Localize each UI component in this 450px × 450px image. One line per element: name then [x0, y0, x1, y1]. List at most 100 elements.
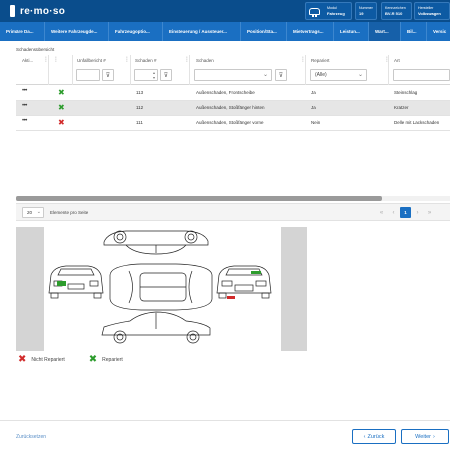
- tab-leistungen[interactable]: Leistun...: [334, 22, 369, 41]
- manufacturer-box: Hersteller Volkswagen: [414, 2, 450, 20]
- unfallbericht-filter-input[interactable]: [76, 69, 100, 81]
- not-repaired-x-icon: ✖: [58, 118, 65, 127]
- tab-wartung[interactable]: Wart...: [369, 22, 401, 41]
- table-row[interactable]: ••• ✖ 111 Außenschaden, Stoßfänger vorne…: [16, 116, 450, 131]
- row-actions-icon[interactable]: •••: [22, 103, 27, 109]
- col-header-art[interactable]: Art: [394, 58, 400, 63]
- next-page-button[interactable]: ›: [412, 207, 423, 218]
- car-top-view: [109, 263, 213, 311]
- col-separator: [305, 55, 306, 85]
- current-page-button[interactable]: 1: [400, 207, 411, 218]
- next-button[interactable]: Weiter ›: [401, 429, 449, 444]
- car-side-view-bottom: [101, 311, 211, 344]
- cell-art: Kratzer: [394, 105, 409, 110]
- cell-schaden-nr: 111: [136, 120, 143, 125]
- chevron-right-icon: ›: [432, 433, 435, 440]
- first-page-button[interactable]: «: [376, 207, 387, 218]
- chevron-down-icon: ⌄: [36, 209, 41, 215]
- page-size-select[interactable]: 20 ⌄: [22, 207, 44, 218]
- filter-icon[interactable]: ⊽: [160, 69, 172, 81]
- col-menu-icon[interactable]: ⋮: [53, 57, 59, 63]
- schaden-filter-select[interactable]: ⌄: [194, 69, 272, 81]
- table-row[interactable]: ••• ✖ 113 Außenschaden, Frontscheibe Ja …: [16, 86, 450, 101]
- car-front-view: [216, 265, 272, 299]
- vehicle-module-box[interactable]: Modul Fahrzeug: [305, 2, 352, 20]
- tab-bar: Primäre Da... Weitere Fahrzeugde... Fahr…: [0, 22, 450, 41]
- car-side-view-top: [103, 230, 209, 255]
- damage-marker-windshield[interactable]: [251, 271, 261, 274]
- prev-page-button[interactable]: ‹: [388, 207, 399, 218]
- app-logo[interactable]: re·mo·so: [10, 5, 65, 17]
- license-plate-value: BV-R 510: [385, 10, 403, 16]
- damage-marker-rear[interactable]: [57, 281, 66, 286]
- schaden-nr-filter-input[interactable]: ▴ ▾: [134, 69, 158, 81]
- repariert-filter-select[interactable]: (Alle) ⌄: [310, 69, 367, 81]
- filter-icon[interactable]: ⊽: [102, 69, 114, 81]
- vehicle-number-box: Nummer 19: [355, 2, 377, 20]
- manufacturer-value: Volkswagen: [418, 10, 441, 16]
- repariert-filter-value: (Alle): [315, 72, 327, 78]
- cell-schaden: Außenschaden, Stoßfänger hinten: [196, 105, 265, 110]
- col-separator: [388, 55, 389, 85]
- legend-label-repaired: Repariert: [102, 357, 123, 363]
- table-row[interactable]: ••• ✖ 112 Außenschaden, Stoßfänger hinte…: [16, 101, 450, 116]
- col-header-unfallbericht[interactable]: Unfallbericht #: [77, 58, 106, 63]
- section-title: Schadensübersicht: [16, 47, 55, 52]
- not-repaired-x-icon: ✖: [18, 354, 27, 365]
- spinner-icon[interactable]: ▴ ▾: [153, 70, 155, 80]
- legend-label-not-repaired: Nicht Repariert: [31, 357, 65, 363]
- number-value: 19: [359, 10, 364, 16]
- app-header: re·mo·so Modul Fahrzeug Nummer 19 Kennze…: [0, 0, 450, 22]
- repaired-x-icon: ✖: [88, 354, 98, 365]
- logo-text: re·mo·so: [20, 5, 66, 17]
- col-separator: [72, 55, 73, 85]
- car-icon: [309, 7, 320, 17]
- license-plate-box: Kennzeichen BV-R 510: [381, 2, 412, 20]
- scrollbar-thumb[interactable]: [16, 196, 382, 201]
- tab-weitere-fahrzeugdaten[interactable]: Weitere Fahrzeugde...: [45, 22, 109, 41]
- col-menu-icon[interactable]: ⋮: [384, 57, 390, 63]
- col-header-schaden-nr[interactable]: Schaden #: [135, 58, 157, 63]
- tab-einsteuerung[interactable]: Einsteuerung / Aussteuer...: [163, 22, 241, 41]
- car-outline-diagram: [48, 230, 272, 344]
- next-button-label: Weiter: [415, 433, 431, 440]
- page-size-value: 20: [27, 210, 33, 215]
- cell-repariert: Ja: [311, 105, 316, 110]
- col-header-schaden[interactable]: Schaden: [196, 58, 214, 63]
- cell-schaden-nr: 112: [136, 105, 144, 110]
- art-filter-select[interactable]: [393, 69, 450, 81]
- cell-repariert: Ja: [311, 90, 316, 95]
- row-actions-icon[interactable]: •••: [22, 88, 27, 94]
- cell-schaden: Außenschaden, Stoßfänger vorne: [196, 120, 264, 125]
- cell-art: Steinschlag: [394, 90, 418, 95]
- per-page-label: Elemente pro Seite: [50, 210, 89, 215]
- chevron-left-icon: ‹: [363, 433, 366, 440]
- last-page-button[interactable]: »: [424, 207, 435, 218]
- tab-primaere-daten[interactable]: Primäre Da...: [0, 22, 45, 41]
- repaired-x-icon: ✖: [58, 88, 65, 97]
- tab-fahrzeugoptionen[interactable]: Fahrzeugoptio...: [109, 22, 163, 41]
- logo-mark-icon: [10, 5, 15, 17]
- col-header-aktion[interactable]: Akti...: [22, 58, 33, 63]
- reset-link[interactable]: Zurücksetzen: [16, 434, 46, 440]
- horizontal-scrollbar[interactable]: [16, 196, 450, 201]
- legend: ✖ Nicht Repariert ✖ Repariert: [18, 354, 147, 366]
- tab-versicherung[interactable]: Versic: [427, 22, 450, 41]
- repaired-x-icon: ✖: [58, 103, 65, 112]
- vehicle-damage-diagram: [16, 227, 307, 351]
- module-value: Fahrzeug: [327, 10, 345, 16]
- filter-icon[interactable]: ⊽: [275, 69, 287, 81]
- back-button[interactable]: ‹ Zurück: [352, 429, 396, 444]
- pager: 20 ⌄ Elemente pro Seite « ‹ 1 › »: [16, 203, 450, 221]
- tab-position-status[interactable]: Position/Sta...: [241, 22, 287, 41]
- cell-schaden-nr: 113: [136, 90, 144, 95]
- chevron-down-icon: ⌄: [357, 72, 363, 78]
- damage-grid: Akti... ⋮ ⋮ Unfallbericht # ⋮ ⊽ Schaden …: [16, 55, 450, 201]
- col-header-repariert[interactable]: Repariert: [311, 58, 330, 63]
- tab-mietvertraege[interactable]: Mietvertrags...: [287, 22, 334, 41]
- row-actions-icon[interactable]: •••: [22, 118, 27, 124]
- tab-bilder[interactable]: Bil...: [401, 22, 427, 41]
- chevron-down-icon: ⌄: [262, 72, 268, 78]
- col-separator: [48, 55, 49, 85]
- damage-marker-front-bumper[interactable]: [227, 296, 235, 299]
